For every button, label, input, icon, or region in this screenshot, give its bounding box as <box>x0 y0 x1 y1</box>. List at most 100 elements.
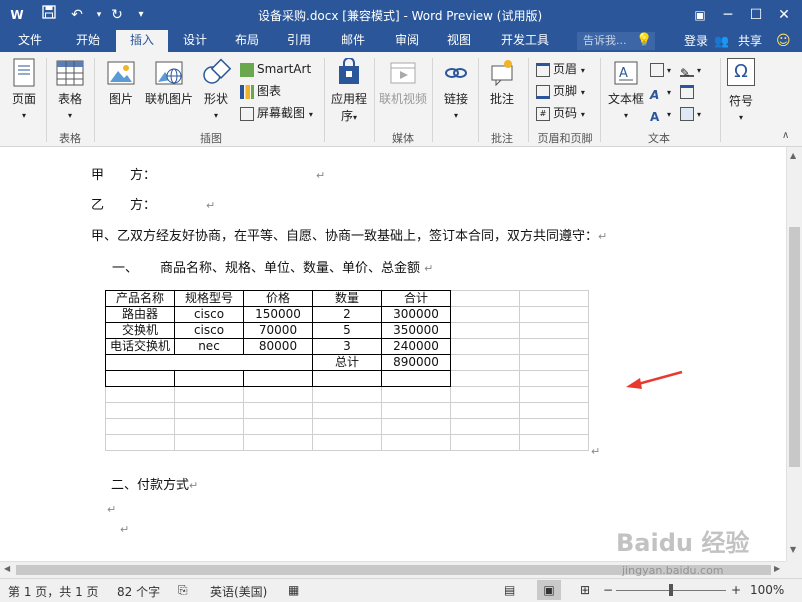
table-cell[interactable] <box>381 386 451 403</box>
table-cell[interactable] <box>450 386 520 403</box>
page-button[interactable]: 页面 ▾ <box>6 58 42 121</box>
table-cell[interactable] <box>105 386 175 403</box>
quick-parts-button[interactable]: ▾ <box>650 59 671 79</box>
comment-button[interactable]: 批注 <box>482 58 522 107</box>
print-layout-icon[interactable]: ▣ <box>537 580 561 600</box>
chart-button[interactable]: 图表 <box>240 81 281 101</box>
table-cell[interactable]: 3 <box>312 338 382 355</box>
table-cell[interactable]: 路由器 <box>105 306 175 323</box>
table-cell[interactable] <box>450 434 520 451</box>
table-header-cell[interactable]: 产品名称 <box>105 290 175 307</box>
page-number-button[interactable]: # 页码 ▾ <box>536 103 585 123</box>
table-cell[interactable] <box>105 354 313 371</box>
table-cell[interactable] <box>243 370 313 387</box>
apps-button[interactable]: 应用程 序▾ <box>328 58 370 124</box>
share-icon[interactable]: 👥 <box>714 32 729 50</box>
table-cell[interactable] <box>519 306 589 323</box>
table-cell[interactable] <box>450 306 520 323</box>
table-cell[interactable] <box>450 338 520 355</box>
table-cell[interactable] <box>312 370 382 387</box>
table-cell[interactable] <box>450 418 520 435</box>
wordart-button[interactable]: A ▾ <box>650 81 671 102</box>
page-count[interactable]: 第 1 页，共 1 页 <box>8 583 99 600</box>
table-cell[interactable] <box>519 402 589 419</box>
tab-developer[interactable]: 开发工具 <box>492 30 558 52</box>
table-cell[interactable] <box>519 370 589 387</box>
table-cell[interactable] <box>519 322 589 339</box>
tab-references[interactable]: 引用 <box>276 30 322 52</box>
read-mode-icon[interactable]: ▤ <box>504 583 515 597</box>
zoom-slider-thumb[interactable] <box>669 584 673 596</box>
zoom-out-button[interactable]: − <box>603 583 613 597</box>
textbox-button[interactable]: A 文本框 ▾ <box>604 58 648 121</box>
dropcap-button[interactable]: A ▾ <box>650 103 671 124</box>
total-label-cell[interactable]: 总计 <box>312 354 382 371</box>
table-header-cell[interactable]: 合计 <box>381 290 451 307</box>
tab-design[interactable]: 设计 <box>172 30 218 52</box>
table-cell[interactable] <box>450 322 520 339</box>
online-picture-button[interactable]: 联机图片 <box>142 58 196 107</box>
table-cell[interactable] <box>312 402 382 419</box>
table-cell[interactable] <box>519 290 589 307</box>
table-header-cell[interactable]: 规格型号 <box>174 290 244 307</box>
tab-view[interactable]: 视图 <box>436 30 482 52</box>
table-cell[interactable] <box>450 402 520 419</box>
login-link[interactable]: 登录 <box>684 32 708 50</box>
table-cell[interactable]: nec <box>174 338 244 355</box>
table-cell[interactable] <box>450 370 520 387</box>
tab-insert[interactable]: 插入 <box>116 30 168 52</box>
table-cell[interactable] <box>450 354 520 371</box>
table-cell[interactable] <box>312 418 382 435</box>
shapes-button[interactable]: 形状 ▾ <box>198 58 234 121</box>
table-cell[interactable]: 350000 <box>381 322 451 339</box>
tab-home[interactable]: 开始 <box>64 30 112 52</box>
scroll-down-icon[interactable]: ▼ <box>790 545 796 554</box>
table-cell[interactable] <box>243 386 313 403</box>
party-a-line[interactable]: 甲 方： ↵ <box>91 164 325 183</box>
zoom-in-button[interactable]: + <box>731 583 741 597</box>
table-cell[interactable] <box>312 386 382 403</box>
table-cell[interactable] <box>450 290 520 307</box>
table-cell[interactable] <box>105 418 175 435</box>
share-button[interactable]: 共享 <box>738 32 762 50</box>
header-button[interactable]: 页眉 ▾ <box>536 59 585 79</box>
picture-button[interactable]: 图片 <box>102 58 140 107</box>
scroll-up-icon[interactable]: ▲ <box>790 151 796 160</box>
ribbon-display-options-icon[interactable]: ▣ <box>685 4 715 26</box>
table-cell[interactable]: 80000 <box>243 338 313 355</box>
smiley-feedback-icon[interactable]: ☺ <box>776 31 791 51</box>
table-cell[interactable] <box>174 434 244 451</box>
tab-file[interactable]: 文件 <box>6 30 54 52</box>
table-cell[interactable] <box>381 434 451 451</box>
maximize-button[interactable]: ☐ <box>741 4 771 26</box>
date-time-button[interactable] <box>680 81 697 101</box>
scroll-left-icon[interactable]: ◀ <box>4 564 10 573</box>
table-cell[interactable] <box>519 338 589 355</box>
table-cell[interactable] <box>174 386 244 403</box>
language-indicator[interactable]: 英语(美国) <box>210 583 267 600</box>
table-cell[interactable] <box>105 402 175 419</box>
table-button[interactable]: 表格 ▾ <box>52 58 88 121</box>
section-1-heading[interactable]: 一、 商品名称、规格、单位、数量、单价、总金额 ↵ <box>112 257 433 276</box>
tab-mailings[interactable]: 邮件 <box>330 30 376 52</box>
table-cell[interactable] <box>381 418 451 435</box>
signature-line-button[interactable]: ✎ ▾ <box>680 59 701 80</box>
table-cell[interactable]: 150000 <box>243 306 313 323</box>
table-cell[interactable] <box>174 370 244 387</box>
table-cell[interactable] <box>519 434 589 451</box>
table-cell[interactable]: 70000 <box>243 322 313 339</box>
smartart-button[interactable]: SmartArt <box>240 59 311 79</box>
macro-record-icon[interactable]: ▦ <box>288 583 299 597</box>
table-cell[interactable] <box>243 418 313 435</box>
tab-layout[interactable]: 布局 <box>224 30 270 52</box>
vertical-scroll-thumb[interactable] <box>789 227 800 467</box>
close-button[interactable]: ✕ <box>769 4 799 26</box>
object-button[interactable]: ▾ <box>680 103 701 123</box>
table-cell[interactable] <box>243 434 313 451</box>
table-cell[interactable] <box>519 386 589 403</box>
table-cell[interactable] <box>174 418 244 435</box>
table-cell[interactable]: 300000 <box>381 306 451 323</box>
table-cell[interactable]: cisco <box>174 306 244 323</box>
table-cell[interactable]: 交换机 <box>105 322 175 339</box>
word-count[interactable]: 82 个字 <box>117 583 160 600</box>
